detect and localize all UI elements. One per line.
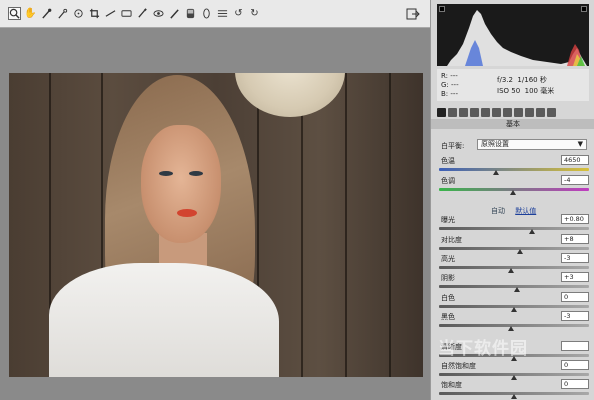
g-value: --- [451,81,459,89]
slider-value-input[interactable] [561,341,589,351]
slider-label: 曝光 [441,216,455,224]
hat [235,73,345,117]
slider-label: 色调 [441,177,455,185]
hand-icon[interactable]: ✋ [24,7,37,20]
tab-lens-icon[interactable] [492,107,501,117]
tab-split-toning-icon[interactable] [481,107,490,117]
auto-button[interactable]: 自动 [491,207,505,215]
face [141,125,221,243]
red-eye-icon[interactable] [136,7,149,20]
aperture-value: f/3.2 [497,76,513,84]
toolbar: ✋ ↺ ↻ [0,0,430,28]
r-value: --- [450,72,458,80]
zoom-icon[interactable] [8,7,21,20]
targeted-adjust-icon[interactable] [72,7,85,20]
slider-label: 饱和度 [441,381,462,389]
slider-value-input[interactable]: 0 [561,379,589,389]
tab-detail-icon[interactable] [459,107,468,117]
rotate-ccw-icon[interactable]: ↺ [232,7,245,20]
slider-value-input[interactable]: +8 [561,234,589,244]
tab-fx-icon[interactable] [503,107,512,117]
slider-value-input[interactable]: +3 [561,272,589,282]
slider-label: 色温 [441,157,455,165]
slider-thumb[interactable] [493,170,499,175]
watermark-text: 当下软件园 [438,339,528,359]
focal-value: 100 毫米 [524,87,555,95]
slider-track[interactable] [439,324,589,327]
slider-thumb[interactable] [509,190,516,195]
panel-tabs [431,106,594,118]
b-label: B: [441,90,449,98]
highlight-clip-icon[interactable] [581,6,587,12]
slider-label: 自然饱和度 [441,362,476,370]
tab-presets-icon[interactable] [525,107,534,117]
slider-thumb[interactable] [511,307,517,312]
slider-thumb[interactable] [508,268,514,273]
rotate-cw-icon[interactable]: ↻ [248,7,261,20]
slider-thumb[interactable] [508,326,514,331]
section-title: 基本 [431,119,594,129]
slider-thumb[interactable] [517,249,523,254]
slider-value-input[interactable]: -3 [561,311,589,321]
histogram [437,4,589,66]
chevron-down-icon: ▼ [577,140,583,148]
default-button[interactable]: 默认值 [515,207,536,215]
slider-value-input[interactable]: 0 [561,360,589,370]
preferences-icon[interactable] [200,7,213,20]
preview-area [0,28,430,400]
slider-label: 对比度 [441,236,462,244]
slider-track[interactable] [439,168,589,171]
graduated-filter-icon[interactable] [168,7,181,20]
slider-thumb[interactable] [511,375,517,380]
slider-value-input[interactable]: -4 [561,175,589,185]
slider-thumb[interactable] [514,287,520,292]
slider-thumb[interactable] [529,229,535,234]
tab-snapshots-icon[interactable] [536,107,545,117]
slider-label: 阴影 [441,274,455,282]
r-label: R: [441,72,449,80]
iso-value: ISO 50 [497,87,521,95]
color-sampler-icon[interactable] [56,7,69,20]
radial-filter-icon[interactable] [184,7,197,20]
tab-camera-calibration-icon[interactable] [514,107,523,117]
list-icon[interactable] [216,7,229,20]
slider-track[interactable] [439,247,589,250]
tab-menu-icon[interactable] [547,107,556,117]
shadow-clip-icon[interactable] [439,6,445,12]
export-icon[interactable] [406,8,420,20]
preview-photo [9,73,423,377]
straighten-icon[interactable] [104,7,117,20]
white-balance-label: 白平衡: [441,142,465,150]
white-balance-value: 原照设置 [481,140,509,148]
slider-label: 白色 [441,294,455,302]
b-value: --- [450,90,458,98]
tab-hsl-icon[interactable] [470,107,479,117]
slider-thumb[interactable] [511,394,517,399]
slider-label: 高光 [441,255,455,263]
slider-label: 黑色 [441,313,455,321]
g-label: G: [441,81,449,89]
slider-value-input[interactable]: 4650 [561,155,589,165]
tab-basic-icon[interactable] [437,107,446,117]
slider-value-input[interactable]: -3 [561,253,589,263]
shutter-value: 1/160 秒 [517,76,547,84]
crop-icon[interactable] [88,7,101,20]
slider-value-input[interactable]: +0.80 [561,214,589,224]
white-balance-select[interactable]: 原照设置 ▼ [477,139,587,150]
spot-removal-icon[interactable] [120,7,133,20]
slider-value-input[interactable]: 0 [561,292,589,302]
info-readout: R: --- G: --- B: --- f/3.2 1/160 秒 ISO 5… [437,69,589,101]
slider-track[interactable] [439,227,589,230]
white-balance-icon[interactable] [40,7,53,20]
tab-tone-curve-icon[interactable] [448,107,457,117]
adjustment-brush-icon[interactable] [152,7,165,20]
auto-default-links: 自动 默认值 [491,206,544,216]
slider-track[interactable] [439,266,589,269]
